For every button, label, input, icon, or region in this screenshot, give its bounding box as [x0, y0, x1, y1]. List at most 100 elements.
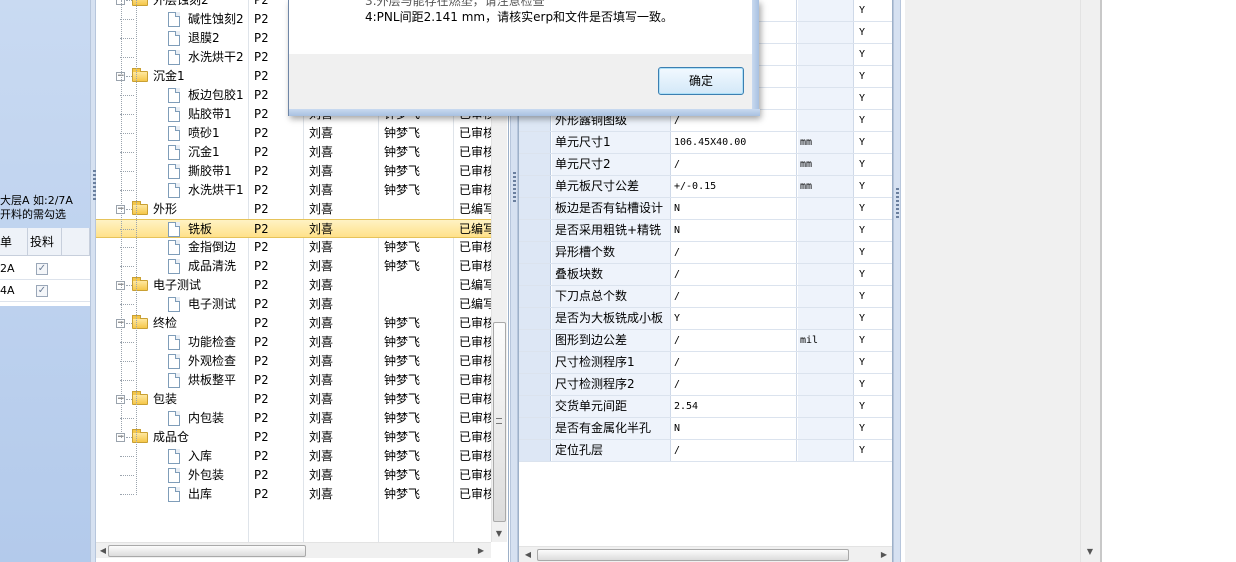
tree-item-label: 电子测试: [188, 297, 237, 311]
row-header[interactable]: [519, 308, 551, 329]
dialog-frame: [289, 109, 760, 116]
property-value[interactable]: /: [672, 440, 797, 461]
row-header[interactable]: [519, 154, 551, 175]
cell-status: 已审核: [459, 449, 496, 463]
row-header[interactable]: [519, 374, 551, 395]
cell-reviewer: 钟梦飞: [384, 335, 421, 349]
property-value[interactable]: N: [672, 418, 797, 439]
tree-row[interactable]: − 外形 P2 刘喜 已编写: [96, 200, 495, 219]
tree-row[interactable]: 铣板 P2 刘喜 已编写: [96, 219, 495, 238]
table-row[interactable]: 2A ✓: [0, 258, 90, 280]
scroll-thumb[interactable]: [108, 545, 306, 557]
tree-row[interactable]: − 终检 P2 刘喜 钟梦飞 已审核: [96, 314, 495, 333]
row-header[interactable]: [519, 440, 551, 461]
row-header[interactable]: [519, 176, 551, 197]
tree-row[interactable]: 出库 P2 刘喜 钟梦飞 已审核: [96, 485, 495, 504]
document-icon: [168, 373, 180, 388]
checkbox[interactable]: ✓: [36, 285, 48, 297]
left-grid-header-empty: [62, 228, 90, 256]
scroll-thumb[interactable]: [537, 549, 849, 561]
left-grid-header-col2[interactable]: 投料: [28, 228, 62, 256]
row-header[interactable]: [519, 330, 551, 351]
tree-row[interactable]: 喷砂1 P2 刘喜 钟梦飞 已审核: [96, 124, 495, 143]
tree-row[interactable]: 金指倒边 P2 刘喜 钟梦飞 已审核: [96, 238, 495, 257]
cell-status: 已审核: [459, 354, 496, 368]
property-value[interactable]: /: [672, 374, 797, 395]
row-header[interactable]: [519, 220, 551, 241]
document-icon: [168, 126, 180, 141]
property-horizontal-scrollbar[interactable]: ◀ ▶: [519, 546, 892, 562]
tree-row[interactable]: 电子测试 P2 刘喜 已编写: [96, 295, 495, 314]
row-header[interactable]: [519, 264, 551, 285]
property-row[interactable]: 单元尺寸1 106.45X40.00 mm Y: [519, 132, 892, 154]
property-value[interactable]: /: [672, 264, 797, 285]
dialog-message-line: 4:PNL间距2.141 mm，请核实erp和文件是否填写一致。: [365, 10, 674, 24]
property-row[interactable]: 是否采用粗铣+精铣 N Y: [519, 220, 892, 242]
row-header[interactable]: [519, 396, 551, 417]
property-row[interactable]: 单元尺寸2/mm Y: [519, 154, 892, 176]
property-row[interactable]: 交货单元间距 2.54 Y: [519, 396, 892, 418]
property-row[interactable]: 是否为大板铣成小板 Y Y: [519, 308, 892, 330]
left-grid-header-col1[interactable]: 单: [0, 228, 28, 256]
checkbox[interactable]: ✓: [36, 263, 48, 275]
row-header[interactable]: [519, 132, 551, 153]
tree-row[interactable]: 成品清洗 P2 刘喜 钟梦飞 已审核: [96, 257, 495, 276]
row-header[interactable]: [519, 286, 551, 307]
row-header[interactable]: [519, 198, 551, 219]
property-value[interactable]: /: [672, 330, 797, 351]
tree-connector: [136, 0, 137, 495]
property-value[interactable]: N: [672, 220, 797, 241]
tree-row[interactable]: 撕胶带1 P2 刘喜 钟梦飞 已审核: [96, 162, 495, 181]
property-row[interactable]: 尺寸检测程序1/ Y: [519, 352, 892, 374]
tree-row[interactable]: 外观检查 P2 刘喜 钟梦飞 已审核: [96, 352, 495, 371]
property-row[interactable]: 叠板块数 / Y: [519, 264, 892, 286]
grip-icon: [496, 418, 502, 424]
property-value[interactable]: Y: [672, 308, 797, 329]
tree-row[interactable]: − 成品仓 P2 刘喜 钟梦飞 已审核: [96, 428, 495, 447]
splitter-grip: [896, 188, 899, 218]
scroll-right-arrow-icon[interactable]: ▶: [877, 547, 891, 562]
property-row[interactable]: 板边是否有钻槽设计 N Y: [519, 198, 892, 220]
property-value[interactable]: +/-0.15: [672, 176, 797, 197]
splitter-right[interactable]: [893, 0, 901, 562]
cell-status: 已审核: [459, 468, 496, 482]
property-row[interactable]: 异形槽个数 / Y: [519, 242, 892, 264]
tree-row[interactable]: − 电子测试 P2 刘喜 已编写: [96, 276, 495, 295]
scroll-down-arrow-icon[interactable]: ▼: [492, 526, 506, 542]
property-value[interactable]: 106.45X40.00: [672, 132, 797, 153]
property-row[interactable]: 是否有金属化半孔 N Y: [519, 418, 892, 440]
row-header[interactable]: [519, 242, 551, 263]
property-flag: Y: [859, 269, 866, 280]
tree-row[interactable]: 入库 P2 刘喜 钟梦飞 已审核: [96, 447, 495, 466]
property-row[interactable]: 定位孔层 / Y: [519, 440, 892, 462]
table-row[interactable]: 4A ✓: [0, 280, 90, 302]
property-value[interactable]: /: [672, 154, 797, 175]
tree-row[interactable]: 沉金1 P2 刘喜 钟梦飞 已审核: [96, 143, 495, 162]
property-value[interactable]: /: [672, 242, 797, 263]
property-value[interactable]: N: [672, 198, 797, 219]
row-header[interactable]: [519, 352, 551, 373]
property-value[interactable]: /: [672, 352, 797, 373]
property-row[interactable]: 单元板尺寸公差 +/-0.15 mm Y: [519, 176, 892, 198]
tree-row[interactable]: 外包装 P2 刘喜 钟梦飞 已审核: [96, 466, 495, 485]
property-row[interactable]: 下刀点总个数 / Y: [519, 286, 892, 308]
tree-horizontal-scrollbar[interactable]: ◀ ▶: [96, 542, 491, 558]
tree-row[interactable]: − 包装 P2 刘喜 钟梦飞 已审核: [96, 390, 495, 409]
property-flag: Y: [859, 423, 866, 434]
tree-item-label: 终检: [153, 316, 178, 330]
property-value[interactable]: 2.54: [672, 396, 797, 417]
row-header[interactable]: [519, 418, 551, 439]
scroll-left-arrow-icon[interactable]: ◀: [521, 547, 535, 562]
tree-row[interactable]: 水洗烘干1 P2 刘喜 钟梦飞 已审核: [96, 181, 495, 200]
property-row[interactable]: 尺寸检测程序2/ Y: [519, 374, 892, 396]
ok-button[interactable]: 确定: [658, 67, 744, 95]
tree-row[interactable]: 内包装 P2 刘喜 钟梦飞 已审核: [96, 409, 495, 428]
right-vertical-scrollbar[interactable]: ▼: [1080, 0, 1098, 562]
tree-row[interactable]: 烘板整平 P2 刘喜 钟梦飞 已审核: [96, 371, 495, 390]
cell-status: 已编写: [459, 222, 496, 236]
tree-row[interactable]: 功能检查 P2 刘喜 钟梦飞 已审核: [96, 333, 495, 352]
property-value[interactable]: /: [672, 286, 797, 307]
scroll-right-arrow-icon[interactable]: ▶: [474, 543, 488, 559]
property-row[interactable]: 图形到边公差 / mil Y: [519, 330, 892, 352]
scroll-down-arrow-icon[interactable]: ▼: [1083, 544, 1097, 560]
